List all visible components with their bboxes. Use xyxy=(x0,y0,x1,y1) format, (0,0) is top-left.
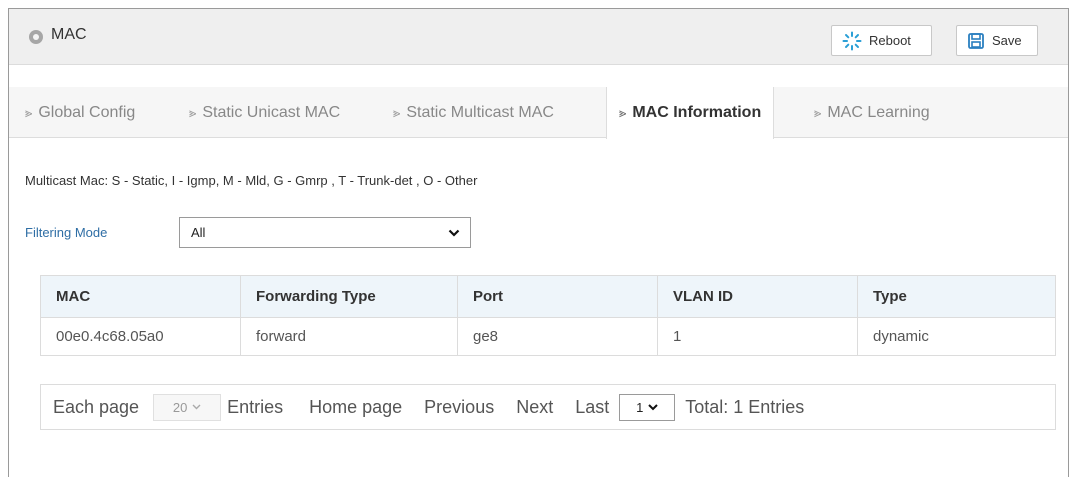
chevron-right-icon: ⪢ xyxy=(619,105,627,120)
reboot-icon xyxy=(842,31,862,50)
column-header-vlan-id[interactable]: VLAN ID xyxy=(657,275,858,318)
filtering-mode-label: Filtering Mode xyxy=(25,225,108,240)
home-page-link[interactable]: Home page xyxy=(309,397,402,418)
circle-dot-icon xyxy=(29,30,43,44)
mac-table: MAC Forwarding Type Port VLAN ID Type 00… xyxy=(40,275,1056,356)
reboot-label: Reboot xyxy=(869,33,911,48)
chevron-right-icon: ⪢ xyxy=(189,104,197,120)
next-page-link[interactable]: Next xyxy=(516,397,553,418)
save-icon xyxy=(968,32,984,49)
total-entries-label: Total: 1 Entries xyxy=(685,396,805,417)
chevron-right-icon: ⪢ xyxy=(393,104,401,120)
tab-mac-learning[interactable]: ⪢ MAC Learning xyxy=(814,87,930,138)
page-size-value: 20 xyxy=(172,399,188,415)
tab-label: Global Config xyxy=(38,103,136,121)
cell-port: ge8 xyxy=(457,317,658,356)
column-header-port[interactable]: Port xyxy=(457,275,658,318)
each-page-label: Each page xyxy=(53,396,140,417)
last-page-link[interactable]: Last xyxy=(575,397,609,418)
chevron-right-icon: ⪢ xyxy=(814,104,822,120)
page-title: MAC xyxy=(51,26,87,43)
chevron-down-icon xyxy=(192,404,201,410)
pagination-bar: Each page 20 Entries Home page Previous … xyxy=(40,384,1056,430)
save-label: Save xyxy=(992,33,1022,48)
reboot-button[interactable]: Reboot xyxy=(831,25,932,56)
page-number-value: 1 xyxy=(636,399,644,415)
tab-label: Static Multicast MAC xyxy=(406,103,554,121)
entries-label: Entries xyxy=(227,396,284,417)
cell-mac: 00e0.4c68.05a0 xyxy=(40,317,241,356)
save-button[interactable]: Save xyxy=(956,25,1038,56)
tab-label: MAC Learning xyxy=(827,103,930,121)
page-header: MAC Reboot Save xyxy=(9,9,1068,65)
cell-type: dynamic xyxy=(857,317,1056,356)
previous-page-link[interactable]: Previous xyxy=(424,397,494,418)
chevron-right-icon: ⪢ xyxy=(25,104,33,120)
cell-vlan-id: 1 xyxy=(657,317,858,356)
page-size-select[interactable]: 20 xyxy=(153,393,222,421)
page-frame: MAC Reboot Save ⪢ Global Config ⪢ Static… xyxy=(8,8,1069,477)
tab-static-unicast-mac[interactable]: ⪢ Static Unicast MAC xyxy=(189,87,340,138)
tab-label: Static Unicast MAC xyxy=(202,103,341,121)
tab-mac-information[interactable]: ⪢ MAC Information xyxy=(606,87,775,139)
chevron-down-icon xyxy=(448,229,460,237)
table-header-row: MAC Forwarding Type Port VLAN ID Type xyxy=(40,275,1056,318)
chevron-down-icon xyxy=(648,403,659,410)
page-number-select[interactable]: 1 xyxy=(619,393,676,421)
cell-forwarding-type: forward xyxy=(240,317,458,356)
filtering-mode-value: All xyxy=(191,225,206,240)
column-header-mac[interactable]: MAC xyxy=(40,275,241,318)
filtering-mode-select[interactable]: All xyxy=(179,217,471,248)
column-header-forwarding-type[interactable]: Forwarding Type xyxy=(240,275,458,318)
tab-global-config[interactable]: ⪢ Global Config xyxy=(25,87,135,138)
tab-static-multicast-mac[interactable]: ⪢ Static Multicast MAC xyxy=(393,87,554,138)
column-header-type[interactable]: Type xyxy=(857,275,1056,318)
tab-bar: ⪢ Global Config ⪢ Static Unicast MAC ⪢ S… xyxy=(9,87,1068,139)
multicast-legend: Multicast Mac: S - Static, I - Igmp, M -… xyxy=(25,173,478,188)
tab-label: MAC Information xyxy=(632,104,762,121)
table-row[interactable]: 00e0.4c68.05a0 forward ge8 1 dynamic xyxy=(40,317,1056,356)
